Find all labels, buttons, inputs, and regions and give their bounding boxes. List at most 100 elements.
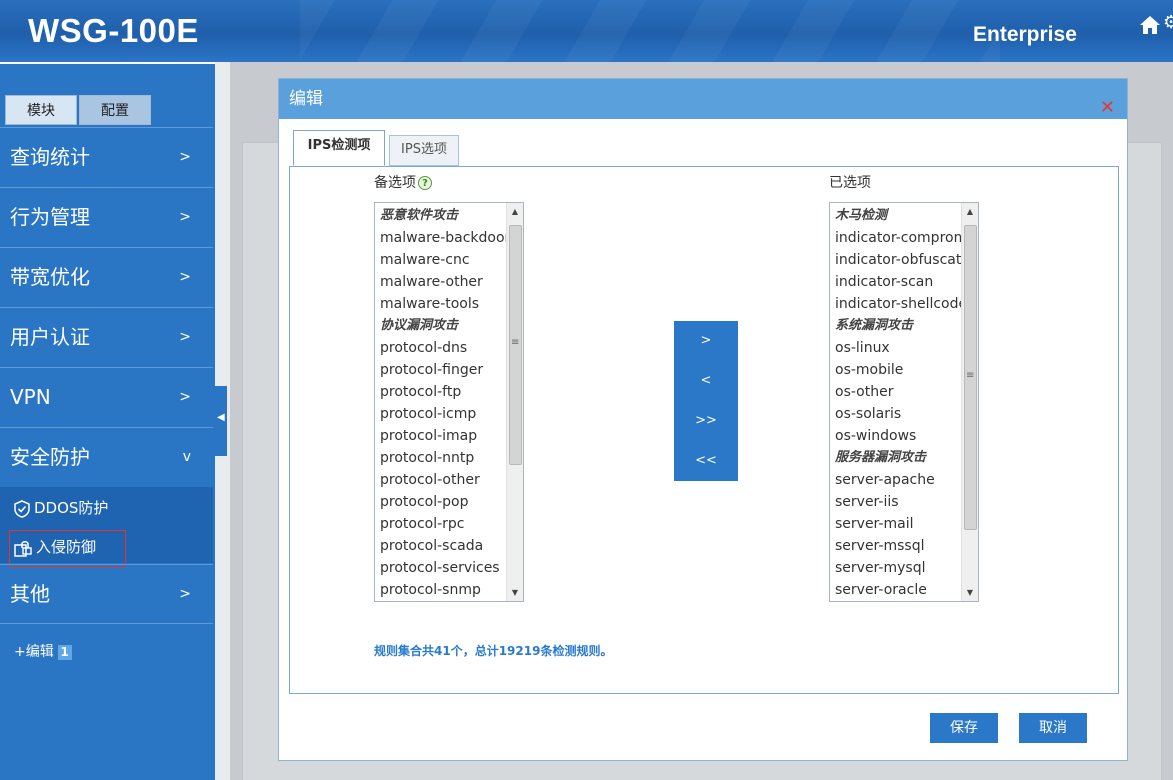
available-label: 备选项? <box>374 172 432 192</box>
scroll-thumb[interactable]: ≡ <box>509 225 522 465</box>
cancel-button[interactable]: 取消 <box>1019 713 1087 743</box>
tab-modules[interactable]: 模块 <box>5 95 77 125</box>
dialog-title: 编辑 <box>289 89 323 109</box>
list-option[interactable]: server-mail <box>830 513 962 535</box>
transfer-buttons: > < >> << <box>674 321 738 481</box>
list-option[interactable]: protocol-nntp <box>375 447 507 469</box>
scroll-thumb[interactable]: ≡ <box>964 225 977 530</box>
sidebar-item-vpn[interactable]: VPN > <box>0 367 213 426</box>
list-option[interactable]: malware-tools <box>375 293 507 315</box>
list-option[interactable]: os-other <box>830 381 962 403</box>
chevron-right-icon: > <box>179 269 191 285</box>
edit-dialog: 编辑 ✕ IPS检测项 IPS选项 备选项? 已选项 恶意软件攻击 malware… <box>278 78 1128 761</box>
rule-summary: 规则集合共41个，总计19219条检测规则。 <box>374 644 613 658</box>
list-option[interactable]: os-mobile <box>830 359 962 381</box>
help-icon[interactable]: ? <box>418 176 432 190</box>
sidebar-item-security[interactable]: 安全防护 v <box>0 427 213 486</box>
sidebar: 模块 配置 查询统计 > 行为管理 > 带宽优化 > 用户认证 > VPN > … <box>0 62 215 780</box>
option-group-label: 木马检测 <box>835 208 888 223</box>
move-all-right-button[interactable]: >> <box>674 401 738 441</box>
list-option[interactable]: os-solaris <box>830 403 962 425</box>
list-option[interactable]: protocol-imap <box>375 425 507 447</box>
list-option[interactable]: protocol-icmp <box>375 403 507 425</box>
sidebar-subitem-ddos[interactable]: DDOS防护 <box>14 497 108 518</box>
scroll-up-icon[interactable]: ▲ <box>507 203 523 220</box>
sidebar-item-label: 其他 <box>10 582 50 606</box>
chevron-down-icon: v <box>182 449 191 465</box>
available-options: 恶意软件攻击 malware-backdoor malware-cnc malware… <box>375 205 507 601</box>
sidebar-item-query-stats[interactable]: 查询统计 > <box>0 127 213 186</box>
sidebar-item-auth[interactable]: 用户认证 > <box>0 307 213 366</box>
sidebar-item-bandwidth[interactable]: 带宽优化 > <box>0 247 213 306</box>
scroll-up-icon[interactable]: ▲ <box>962 203 978 220</box>
sidebar-divider <box>0 623 213 624</box>
list-option[interactable]: os-linux <box>830 337 962 359</box>
move-all-left-button[interactable]: << <box>674 441 738 481</box>
chevron-right-icon: > <box>179 209 191 225</box>
list-option[interactable]: malware-other <box>375 271 507 293</box>
list-option[interactable]: protocol-snmp <box>375 579 507 601</box>
option-group-label: 协议漏洞攻击 <box>380 318 459 333</box>
move-left-button[interactable]: < <box>674 361 738 401</box>
option-group-label: 恶意软件攻击 <box>380 208 459 223</box>
sidebar-item-behavior[interactable]: 行为管理 > <box>0 187 213 246</box>
chevron-left-icon: ◀ <box>217 412 225 423</box>
option-group-label: 服务器漏洞攻击 <box>835 450 927 465</box>
list-option[interactable]: indicator-scan <box>830 271 962 293</box>
list-option[interactable]: os-windows <box>830 425 962 447</box>
tab-config[interactable]: 配置 <box>79 95 151 125</box>
list-option[interactable]: protocol-other <box>375 469 507 491</box>
selected-label: 已选项 <box>829 175 871 191</box>
tab-ips-options[interactable]: IPS选项 <box>389 135 459 166</box>
list-option[interactable]: indicator-shellcode <box>830 293 962 315</box>
sidebar-item-label: 查询统计 <box>10 145 90 169</box>
settings-icon[interactable]: ⚙ <box>1163 12 1173 33</box>
sidebar-item-other[interactable]: 其他 > <box>0 564 213 623</box>
list-option[interactable]: protocol-scada <box>375 535 507 557</box>
sidebar-subitem-label: DDOS防护 <box>34 499 109 517</box>
selected-options: 木马检测 indicator-compromiseindicator-obfusc… <box>830 205 962 602</box>
sidebar-divider <box>0 62 215 64</box>
list-option[interactable]: server-mssql <box>830 535 962 557</box>
edit-breadcrumb[interactable]: +编辑 1 <box>14 641 72 661</box>
sidebar-collapse-handle[interactable]: ◀ <box>215 386 227 456</box>
sidebar-item-label: 安全防护 <box>10 445 90 469</box>
list-option[interactable]: malware-backdoor <box>375 227 507 249</box>
list-option[interactable]: protocol-dns <box>375 337 507 359</box>
list-option[interactable]: protocol-services <box>375 557 507 579</box>
list-option[interactable]: server-mysql <box>830 557 962 579</box>
list-option[interactable]: server-other <box>830 601 962 602</box>
dialog-title-bar: 编辑 ✕ <box>279 79 1127 119</box>
edit-count-badge: 1 <box>57 645 72 660</box>
list-option[interactable]: server-iis <box>830 491 962 513</box>
home-icon[interactable] <box>1138 14 1162 36</box>
list-option[interactable]: malware-cnc <box>375 249 507 271</box>
scroll-down-icon[interactable]: ▼ <box>962 584 978 601</box>
header-decoration <box>300 0 1000 62</box>
list-option[interactable]: protocol-finger <box>375 359 507 381</box>
list-option[interactable]: protocol-pop <box>375 491 507 513</box>
close-icon[interactable]: ✕ <box>1100 88 1115 128</box>
list-option[interactable]: protocol-ftp <box>375 381 507 403</box>
tab-ips-detection[interactable]: IPS检测项 <box>293 130 385 166</box>
save-button[interactable]: 保存 <box>930 713 998 743</box>
edit-crumb-label: +编辑 <box>14 644 54 660</box>
list-option[interactable]: server-apache <box>830 469 962 491</box>
shield-icon <box>14 499 30 518</box>
selection-highlight <box>9 530 126 567</box>
selected-scrollbar[interactable]: ▲ ≡ ▼ <box>961 203 978 601</box>
selected-listbox[interactable]: 木马检测 indicator-compromiseindicator-obfusc… <box>829 202 979 602</box>
product-logo: WSG-100E <box>28 12 199 49</box>
list-option[interactable]: indicator-obfuscation <box>830 249 962 271</box>
chevron-right-icon: > <box>179 149 191 165</box>
move-right-button[interactable]: > <box>674 321 738 361</box>
chevron-right-icon: > <box>179 389 191 405</box>
list-option[interactable]: indicator-compromise <box>830 227 962 249</box>
list-option[interactable]: server-oracle <box>830 579 962 601</box>
list-option[interactable]: protocol-rpc <box>375 513 507 535</box>
scroll-down-icon[interactable]: ▼ <box>507 584 523 601</box>
available-scrollbar[interactable]: ▲ ≡ ▼ <box>506 203 523 601</box>
chevron-right-icon: > <box>179 329 191 345</box>
sidebar-item-label: VPN <box>10 385 51 409</box>
available-listbox[interactable]: 恶意软件攻击 malware-backdoor malware-cnc malware… <box>374 202 524 602</box>
